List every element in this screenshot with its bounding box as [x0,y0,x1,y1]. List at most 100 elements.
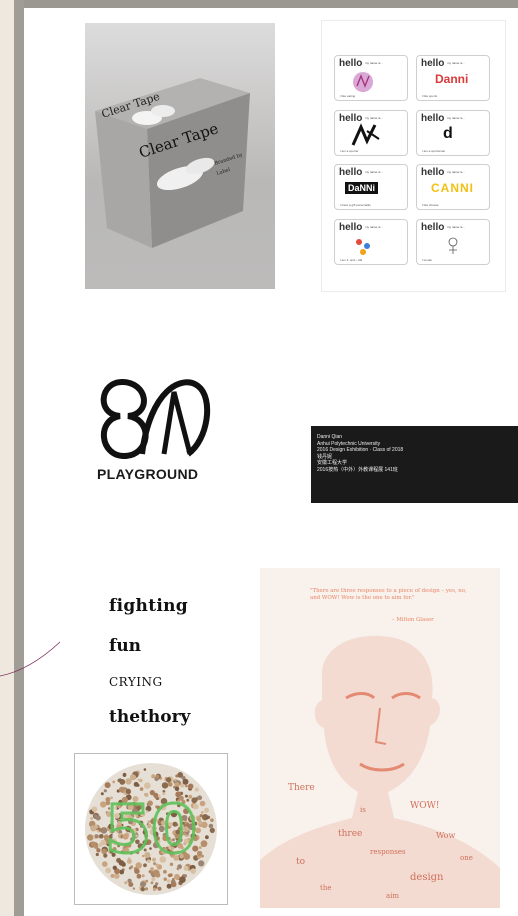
badge-name: CANNI [431,181,474,195]
name-badge: hello my name is... I am 2, and, i did [334,219,408,265]
ishihara-dot [140,881,146,888]
ishihara-dot [151,877,156,881]
ishihara-dot [90,817,94,820]
ishihara-dot [95,815,101,821]
ishihara-dot [174,873,180,880]
ishihara-dot [122,772,127,777]
ishihara-dot [134,868,140,874]
ishihara-dot [185,784,188,788]
ishihara-dot [95,852,99,857]
ishihara-dot [144,782,151,789]
ishihara-dot [119,779,126,785]
ishihara-dot [166,879,171,883]
poster-word: one [460,854,473,862]
name-badge: hello my name is... I tunder [416,219,490,265]
ishihara-dot [90,841,96,847]
name-badge: hello my name is... I like eating [334,55,408,101]
ishihara-dot [174,778,177,782]
ishihara-dot [200,840,208,848]
ishihara-dot [112,780,116,784]
ishihara-dot [129,774,136,781]
poster-word: There [288,783,315,793]
poster-word: design [410,872,444,883]
annotation-line [0,641,60,677]
ishihara-dot [144,887,149,891]
poster-word: aim [386,892,399,900]
ishihara-dot [132,887,136,890]
badge-name: d [443,125,453,142]
ishihara-dot [127,878,132,883]
ishihara-dot [145,879,149,883]
playground-wordmark: PLAYGROUND [97,466,199,482]
ishihara-dot [199,800,206,807]
ishihara-dot [168,873,173,877]
ishihara-dot [152,869,160,877]
info-line: 2016按热（中外）外教课程展 141班 [317,466,398,473]
ishihara-dot [197,795,203,801]
frame-left-border [14,0,24,916]
ishihara-dot [190,868,196,874]
name-badge: hello my name is... CANNI I like cheese [416,164,490,210]
info-line: Anhui Polytechnic University [317,440,381,447]
ishihara-dot [137,778,140,781]
ishihara-dot [166,883,172,889]
ishihara-dot [100,792,104,796]
poster-word: to [296,857,305,867]
ishihara-dot [161,782,169,789]
ishihara-dot [90,825,97,832]
ishihara-dot [196,850,203,857]
ishihara-plate: 50 [85,763,217,895]
ishihara-dot [210,818,214,822]
poster-word: the [320,884,331,892]
ishihara-dot [204,807,210,813]
ishihara-dot [155,774,160,779]
ishihara-dot [124,881,128,885]
poster-word: is [360,806,366,814]
ishihara-dot [99,834,104,839]
name-badge: hello my name is... I am a sporter [334,110,408,156]
info-line: 2016 Design Exhibition · Class of 2018 [317,447,404,454]
ishihara-dot [182,778,189,785]
ishihara-dot [163,869,167,874]
ishihara-dot [206,816,209,820]
ishihara-dot [163,877,167,881]
name-badge: hello my name is... d I am a sportsman [416,110,490,156]
ishihara-dot [114,873,120,879]
ishihara-dot [94,834,99,839]
info-line: Danni Qian [317,434,343,440]
ishihara-dot [143,768,147,771]
ishihara-dot [167,781,173,787]
ishihara-dot [184,874,187,878]
ishihara-dot [170,881,177,888]
badge-name: Danni [435,72,469,86]
info-line: 安徽工程大学 [317,460,348,467]
typography-fun: fun [109,636,142,656]
clear-tape-box-image: Clear Tape Clear Tape Branded by Label [85,23,275,289]
ishihara-dot [157,886,162,891]
ishihara-dot [151,774,156,779]
logo-mark [100,378,149,460]
ishihara-dot [198,846,202,849]
name-badge: hello my name is... Danni I like sports [416,55,490,101]
ishihara-dot [187,783,194,790]
ishihara-dot [104,782,111,789]
ishihara-dot [87,834,94,841]
poster-word: responses [370,848,406,856]
milton-glaser-poster: "There are three responses to a piece of… [260,568,500,908]
ishihara-dot [105,867,112,874]
ishihara-dot [198,860,205,867]
ishihara-dot [165,777,172,783]
ishihara-dot [175,774,179,778]
ishihara-plate-card: 50 [74,753,228,905]
ishihara-dot [209,827,215,833]
ishihara-dot [133,781,139,787]
poster-word: WOW! [410,801,440,811]
ishihara-dot [199,814,203,818]
typography-crying: CRYING [109,675,163,689]
ishihara-dot [172,878,175,881]
ishihara-dot [208,823,214,829]
ishihara-dot [205,835,209,840]
frame-top-border [14,0,518,8]
poster-word: three [338,829,362,839]
ishihara-dot [179,876,186,883]
